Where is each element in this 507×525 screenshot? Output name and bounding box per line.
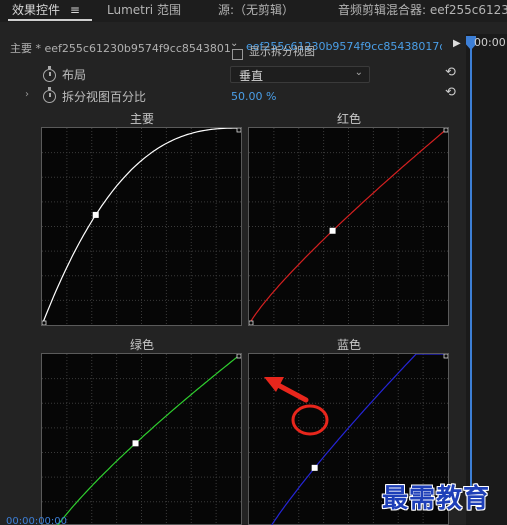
annotation-overlay	[264, 377, 329, 436]
annotation-circle	[291, 404, 329, 436]
annotation-arrow	[264, 377, 309, 403]
watermark-logo: 最需教育	[382, 484, 491, 514]
bottom-timecode: 00:00:00:00	[6, 516, 68, 525]
